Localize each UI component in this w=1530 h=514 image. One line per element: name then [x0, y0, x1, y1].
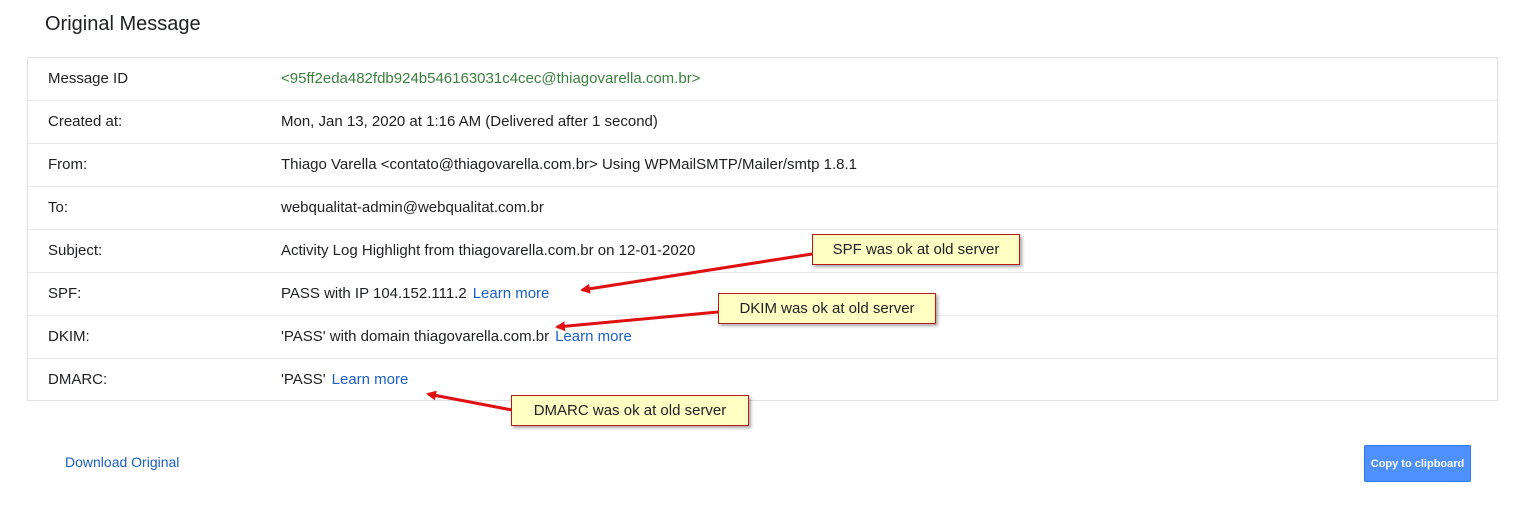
- dkim-value: 'PASS' with domain thiagovarella.com.br: [281, 328, 550, 345]
- row-label: DMARC:: [48, 371, 108, 388]
- row-label: DKIM:: [48, 328, 90, 345]
- spf-learn-more-link[interactable]: Learn more: [473, 285, 550, 302]
- created-at-value: Mon, Jan 13, 2020 at 1:16 AM (Delivered …: [281, 113, 658, 130]
- message-id-value: <95ff2eda482fdb924b546163031c4cec@thiago…: [281, 70, 701, 87]
- row-from: From: Thiago Varella <contato@thiagovare…: [28, 144, 1497, 187]
- page-title: Original Message: [45, 13, 201, 35]
- dmarc-callout: DMARC was ok at old server: [511, 395, 749, 426]
- dkim-callout: DKIM was ok at old server: [718, 293, 936, 324]
- spf-value-wrap: PASS with IP 104.152.111.2 Learn more: [281, 285, 549, 302]
- row-to: To: webqualitat-admin@webqualitat.com.br: [28, 187, 1497, 230]
- row-label: To:: [48, 199, 69, 216]
- dmarc-learn-more-link[interactable]: Learn more: [332, 371, 409, 388]
- row-label: Message ID: [48, 70, 129, 87]
- copy-to-clipboard-button[interactable]: Copy to clipboard: [1364, 445, 1471, 482]
- row-created-at: Created at: Mon, Jan 13, 2020 at 1:16 AM…: [28, 101, 1497, 144]
- dkim-value-wrap: 'PASS' with domain thiagovarella.com.br L…: [281, 328, 632, 345]
- subject-value: Activity Log Highlight from thiagovarell…: [281, 242, 696, 259]
- row-dmarc: DMARC: 'PASS' Learn more: [28, 359, 1497, 402]
- from-value: Thiago Varella <contato@thiagovarella.co…: [281, 156, 858, 173]
- row-label: Subject:: [48, 242, 103, 259]
- message-details-table: Message ID <95ff2eda482fdb924b546163031c…: [27, 57, 1498, 401]
- row-label: From:: [48, 156, 88, 173]
- dkim-learn-more-link[interactable]: Learn more: [555, 328, 632, 345]
- dmarc-value: 'PASS': [281, 371, 326, 388]
- row-label: SPF:: [48, 285, 82, 302]
- to-value: webqualitat-admin@webqualitat.com.br: [281, 199, 544, 216]
- download-original-link[interactable]: Download Original: [65, 454, 179, 470]
- row-message-id: Message ID <95ff2eda482fdb924b546163031c…: [28, 58, 1497, 101]
- row-subject: Subject: Activity Log Highlight from thi…: [28, 230, 1497, 273]
- spf-value: PASS with IP 104.152.111.2: [281, 285, 467, 302]
- dmarc-value-wrap: 'PASS' Learn more: [281, 371, 408, 388]
- row-label: Created at:: [48, 113, 123, 130]
- spf-callout: SPF was ok at old server: [812, 234, 1020, 265]
